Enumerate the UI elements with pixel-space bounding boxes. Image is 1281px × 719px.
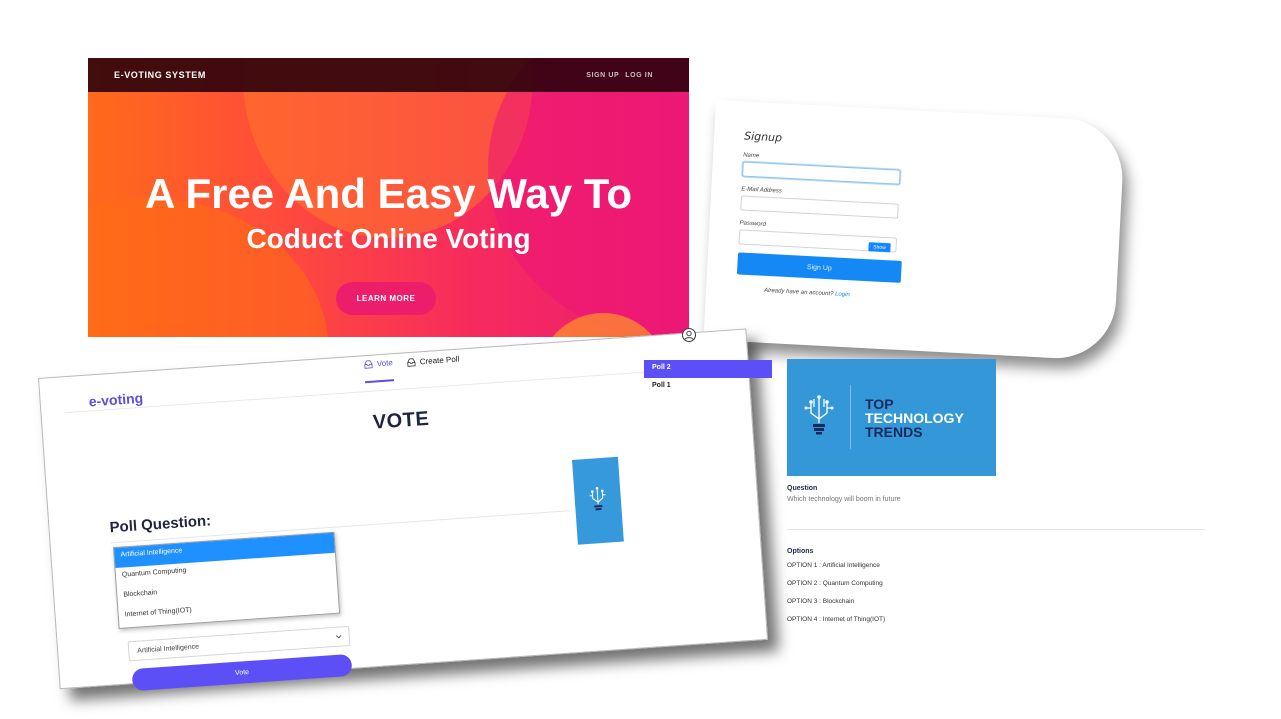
tab-vote[interactable]: Vote	[363, 358, 395, 384]
app-nav: Vote Create Poll	[363, 354, 461, 384]
poll-list-item[interactable]: Poll 2	[644, 360, 772, 378]
already-account-text: Already have an account? Login	[736, 286, 1116, 312]
hero-nav-links: SIGN UP LOG IN	[586, 72, 653, 79]
page-title: VOTE	[372, 407, 431, 434]
lightbulb-circuit-icon	[804, 395, 834, 435]
options-label: Options	[787, 548, 814, 555]
show-password-button[interactable]: Show	[868, 242, 891, 253]
already-account-label: Already have an account?	[763, 287, 834, 298]
poll-list-item[interactable]: Poll 1	[644, 378, 772, 396]
hero-blob	[88, 198, 328, 337]
hero-navbar: E-VOTING SYSTEM SIGN UP LOG IN	[88, 58, 689, 92]
hero-subheadline: Coduct Online Voting	[246, 223, 531, 254]
signup-link[interactable]: SIGN UP	[586, 72, 619, 79]
hero-headline: A Free And Easy Way To	[145, 170, 632, 217]
tab-create-poll-label: Create Poll	[419, 354, 460, 367]
banner-line-1: TOP	[865, 396, 894, 412]
signup-card: Signup Name E-Mail Address Password Show…	[703, 100, 1126, 362]
vote-button[interactable]: Vote	[131, 653, 353, 692]
login-link[interactable]: LOG IN	[625, 72, 653, 79]
selected-value: Artificial Intelligence	[137, 643, 200, 655]
poll-list: Poll 2 Poll 1	[644, 360, 772, 396]
option-item: OPTION 2 : Quantum Computing	[787, 580, 883, 587]
question-label: Question	[787, 485, 818, 492]
user-circle-icon[interactable]	[681, 327, 697, 343]
poll-thumbnail	[572, 456, 624, 545]
tab-vote-label: Vote	[376, 358, 394, 369]
banner-divider	[850, 385, 851, 449]
login-link[interactable]: Login	[835, 292, 850, 299]
options-dropdown-list[interactable]: Artificial Intelligence Quantum Computin…	[112, 531, 341, 629]
learn-more-button[interactable]: LEARN MORE	[336, 282, 436, 315]
option-item: OPTION 1 : Artificial Intelligence	[787, 562, 880, 569]
brand-logo[interactable]: E-VOTING SYSTEM	[114, 70, 206, 80]
tab-create-poll[interactable]: Create Poll	[406, 354, 460, 381]
poll-detail: Question Which technology will boom in f…	[787, 485, 1205, 627]
option-item: OPTION 4 : Internet of Thing(IOT)	[787, 616, 886, 623]
landing-hero: E-VOTING SYSTEM SIGN UP LOG IN A Free An…	[88, 58, 689, 337]
lightbulb-circuit-icon	[589, 486, 606, 510]
poll-banner-image: TOP TECHNOLOGY TRENDS	[787, 359, 996, 476]
banner-line-3: TRENDS	[865, 424, 923, 440]
option-item: OPTION 3 : Blockchain	[787, 598, 855, 605]
chevron-down-icon	[335, 634, 342, 639]
detail-divider	[787, 529, 1205, 530]
banner-line-2: TECHNOLOGY	[865, 410, 964, 426]
question-text: Which technology will boom in future	[787, 496, 901, 503]
signup-button[interactable]: Sign Up	[736, 252, 902, 283]
banner-text: TOP TECHNOLOGY TRENDS	[865, 397, 964, 439]
poll-question-label: Poll Question:	[109, 512, 212, 537]
tray-icon	[407, 358, 416, 367]
tray-icon	[364, 360, 373, 369]
